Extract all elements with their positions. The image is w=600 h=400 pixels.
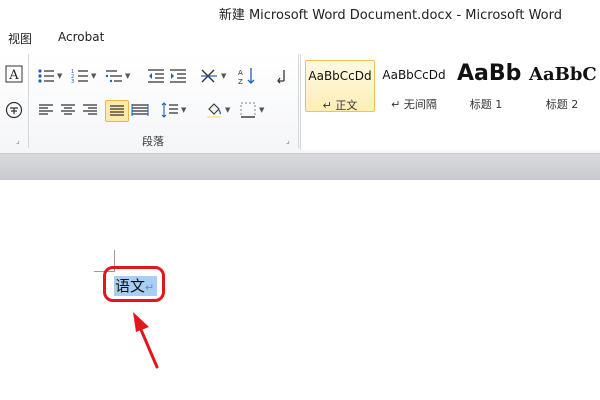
show-hide-marks-button[interactable] bbox=[272, 66, 292, 86]
sort-button[interactable]: A Z bbox=[238, 66, 258, 86]
shading-dropdown-icon[interactable]: ▼ bbox=[225, 106, 230, 114]
align-center-button[interactable] bbox=[58, 100, 78, 120]
menu-bar: 视图 Acrobat bbox=[0, 26, 600, 50]
align-right-button[interactable] bbox=[80, 100, 100, 120]
paint-bucket-icon bbox=[207, 103, 222, 118]
style-sample: AaBbC bbox=[529, 64, 597, 85]
numbering-icon: 1 2 3 bbox=[71, 69, 88, 84]
font-dialog-launcher[interactable]: ⌟ bbox=[16, 136, 20, 145]
pointer-arrow-icon bbox=[133, 312, 159, 369]
paragraph-dialog-launcher[interactable]: ⌟ bbox=[286, 136, 290, 145]
borders-button[interactable] bbox=[238, 100, 258, 120]
bullets-button[interactable] bbox=[36, 66, 56, 86]
highlight-circle bbox=[103, 266, 165, 302]
title-bar: 新建 Microsoft Word Document.docx - Micros… bbox=[0, 0, 600, 26]
window-title: 新建 Microsoft Word Document.docx - Micros… bbox=[218, 8, 562, 23]
increase-indent-icon bbox=[170, 69, 186, 83]
paragraph-group-label: 段落 bbox=[142, 135, 164, 148]
bullets-dropdown-icon[interactable]: ▼ bbox=[57, 72, 62, 80]
style-sample: AaBb bbox=[457, 61, 521, 86]
numbering-dropdown-icon[interactable]: ▼ bbox=[91, 72, 96, 80]
style-normal[interactable]: AaBbCcDd ↵ 正文 bbox=[305, 60, 375, 112]
group-separator bbox=[298, 54, 299, 148]
svg-text:Z: Z bbox=[238, 78, 243, 85]
align-right-icon bbox=[83, 104, 97, 115]
character-border-icon: A bbox=[5, 65, 23, 83]
multilevel-list-icon bbox=[105, 70, 122, 83]
document-page[interactable]: 语文↵ bbox=[0, 180, 600, 400]
multilevel-dropdown-icon[interactable]: ▼ bbox=[125, 72, 130, 80]
borders-dropdown-icon[interactable]: ▼ bbox=[259, 106, 264, 114]
styles-gallery: AaBbCcDd ↵ 正文 AaBbCcDd ↵ 无间隔 AaBb 标题 1 A… bbox=[300, 54, 600, 150]
style-sample: AaBbCcDd bbox=[382, 68, 446, 82]
justify-icon bbox=[110, 105, 124, 116]
ruler-band bbox=[0, 154, 600, 180]
enclose-characters-icon bbox=[5, 101, 23, 119]
align-left-button[interactable] bbox=[36, 100, 56, 120]
style-sample: AaBbCcDd bbox=[308, 69, 372, 83]
style-name: ↵ 正文 bbox=[322, 99, 358, 112]
character-border-button[interactable]: A bbox=[4, 64, 24, 84]
align-center-icon bbox=[61, 104, 75, 115]
justify-button[interactable] bbox=[105, 100, 129, 122]
chinese-layout-button[interactable] bbox=[200, 66, 220, 86]
menu-acrobat[interactable]: Acrobat bbox=[58, 30, 104, 44]
style-name: 标题 2 bbox=[545, 98, 579, 111]
svg-text:A: A bbox=[8, 68, 19, 83]
style-heading-2[interactable]: AaBbC 标题 2 bbox=[525, 60, 599, 112]
svg-text:3: 3 bbox=[71, 79, 74, 84]
paragraph-mark-icon bbox=[277, 70, 285, 84]
enclose-characters-button[interactable] bbox=[4, 100, 24, 120]
align-left-icon bbox=[39, 104, 53, 115]
decrease-indent-icon bbox=[148, 69, 164, 83]
multilevel-list-button[interactable] bbox=[104, 66, 124, 86]
style-heading-1[interactable]: AaBb 标题 1 bbox=[451, 60, 521, 112]
bullets-icon bbox=[38, 69, 54, 83]
line-spacing-dropdown-icon[interactable]: ▼ bbox=[181, 106, 186, 114]
distributed-button[interactable] bbox=[130, 100, 150, 120]
style-no-spacing[interactable]: AaBbCcDd ↵ 无间隔 bbox=[379, 60, 449, 112]
style-name: 标题 1 bbox=[469, 98, 503, 111]
distributed-icon bbox=[131, 104, 149, 116]
style-name: ↵ 无间隔 bbox=[391, 98, 437, 111]
numbering-button[interactable]: 1 2 3 bbox=[70, 66, 90, 86]
ribbon: A ⌟ ▼ 1 2 3 ▼ ▼ ▼ A Z ▼ ▼ ▼ 段落 ⌟ AaBbCcD… bbox=[0, 50, 600, 154]
increase-indent-button[interactable] bbox=[168, 66, 188, 86]
svg-text:A: A bbox=[238, 69, 243, 77]
group-separator bbox=[28, 54, 29, 148]
decrease-indent-button[interactable] bbox=[146, 66, 166, 86]
shading-button[interactable] bbox=[204, 100, 224, 120]
menu-view[interactable]: 视图 bbox=[8, 30, 32, 47]
chinese-layout-icon bbox=[201, 69, 217, 83]
sort-icon: A Z bbox=[238, 68, 255, 85]
chinese-layout-dropdown-icon[interactable]: ▼ bbox=[221, 72, 226, 80]
borders-icon bbox=[240, 102, 256, 118]
line-spacing-button[interactable] bbox=[160, 100, 180, 120]
line-spacing-icon bbox=[161, 102, 178, 118]
